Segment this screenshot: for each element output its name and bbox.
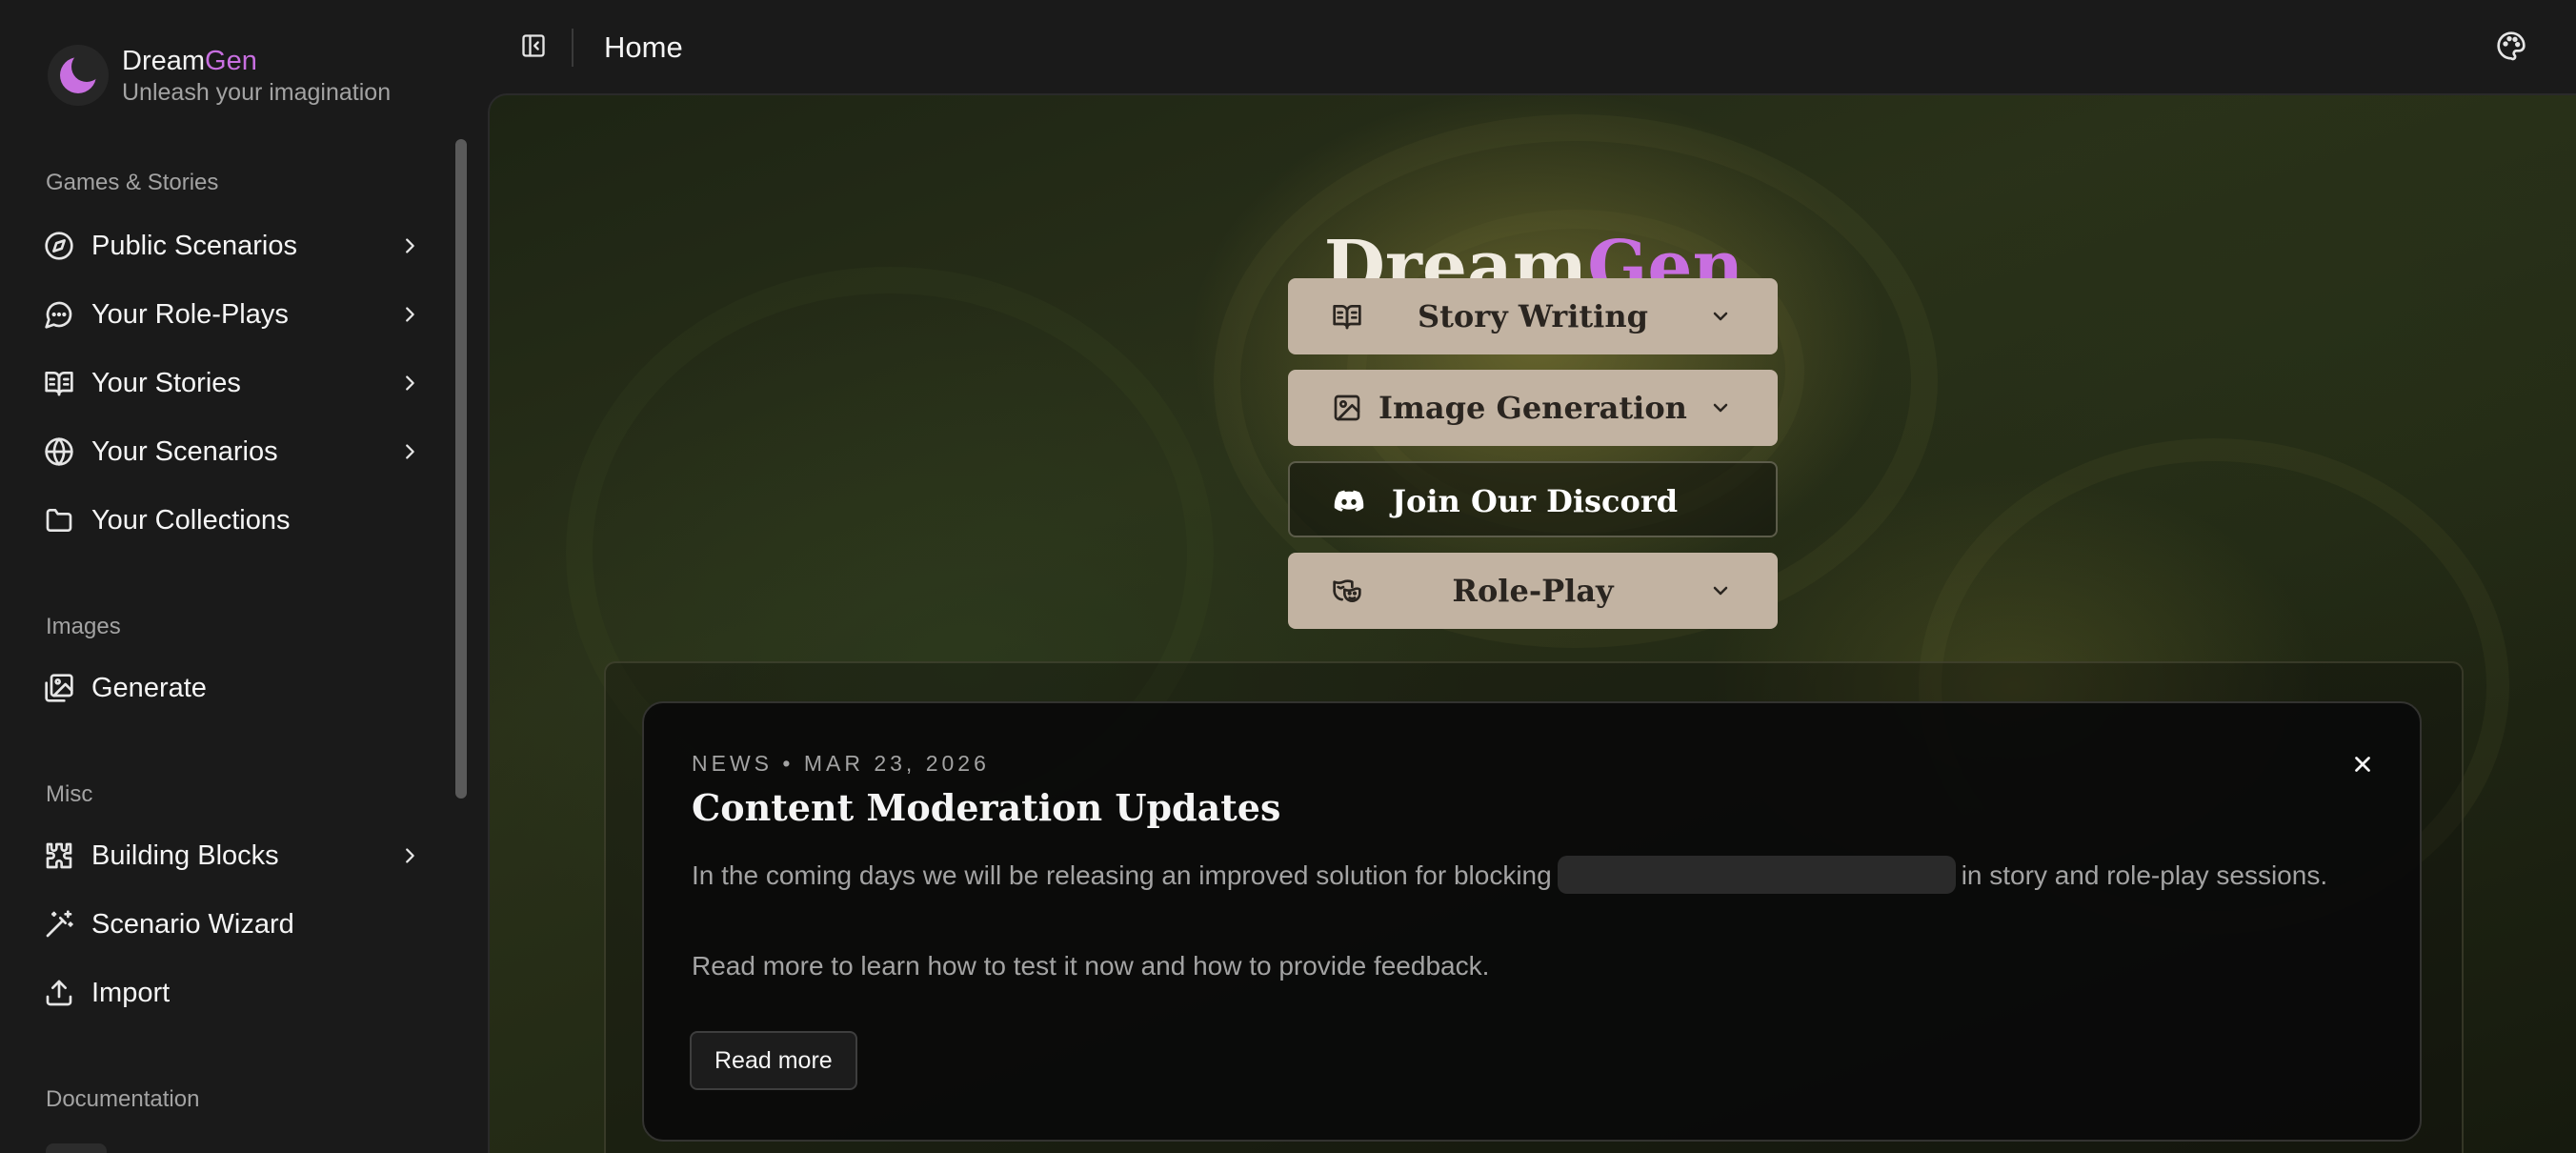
news-body: In the coming days we will be releasing …	[692, 856, 2368, 895]
panel-left-icon	[520, 32, 547, 64]
sidebar-item-building-blocks[interactable]: Building Blocks	[42, 827, 431, 884]
sidebar-item-your-collections[interactable]: Your Collections	[42, 492, 431, 549]
theme-palette-button[interactable]	[2492, 29, 2530, 67]
section-title-images: Images	[46, 614, 121, 639]
topbar-divider	[572, 29, 574, 67]
upload-icon	[42, 976, 76, 1010]
page-title: Home	[604, 30, 683, 64]
chevron-right-icon	[396, 438, 423, 465]
sidebar-item-label: Generate	[91, 672, 207, 703]
brand-name: DreamGen	[122, 44, 391, 78]
sidebar-item-label: Building Blocks	[91, 839, 279, 871]
sidebar-item-label: Your Collections	[91, 504, 291, 536]
chevron-right-icon	[396, 842, 423, 869]
close-news-button[interactable]	[2345, 749, 2380, 783]
main-content: DreamGen Story Writing Image Generation	[488, 93, 2576, 1153]
top-bar: Home	[488, 0, 2576, 93]
sidebar-item-import[interactable]: Import	[42, 964, 431, 1022]
role-play-button[interactable]: Role-Play	[1288, 553, 1778, 629]
sidebar-item-label: Import	[91, 977, 171, 1008]
chevron-down-icon	[1707, 394, 1734, 421]
documentation-item-stub[interactable]	[46, 1143, 107, 1153]
news-card: NEWS • MAR 23, 2026 Content Moderation U…	[642, 701, 2422, 1142]
section-title-documentation: Documentation	[46, 1086, 200, 1112]
toggle-sidebar-button[interactable]	[516, 30, 551, 65]
magic-wand-icon	[42, 907, 76, 941]
brand-name-suffix: Gen	[205, 46, 257, 76]
news-body-before: In the coming days we will be releasing …	[692, 860, 1552, 890]
news-body-secondary: Read more to learn how to test it now an…	[692, 951, 1490, 981]
sidebar-item-label: Public Scenarios	[91, 230, 297, 261]
news-meta: NEWS • MAR 23, 2026	[692, 751, 990, 776]
sidebar-item-your-role-plays[interactable]: Your Role-Plays	[42, 286, 431, 343]
chevron-right-icon	[396, 370, 423, 396]
brand[interactable]: DreamGen Unleash your imagination	[48, 44, 391, 107]
app-window: DreamGen Unleash your imagination Games …	[0, 0, 2576, 1153]
chevron-right-icon	[396, 301, 423, 328]
sidebar: DreamGen Unleash your imagination Games …	[0, 0, 488, 1153]
palette-icon	[2496, 30, 2526, 66]
sidebar-item-label: Scenario Wizard	[91, 908, 294, 940]
sidebar-item-scenario-wizard[interactable]: Scenario Wizard	[42, 896, 431, 953]
redacted-text	[1557, 856, 1956, 894]
globe-icon	[42, 435, 76, 469]
news-body-after: in story and role-play sessions.	[1961, 860, 2328, 890]
section-title-misc: Misc	[46, 781, 93, 807]
sidebar-item-public-scenarios[interactable]: Public Scenarios	[42, 217, 431, 274]
sidebar-item-your-stories[interactable]: Your Stories	[42, 354, 431, 412]
section-title-games-stories: Games & Stories	[46, 170, 219, 195]
moon-logo-icon	[48, 45, 109, 106]
chat-bubble-icon	[42, 297, 76, 332]
story-writing-button[interactable]: Story Writing	[1288, 278, 1778, 354]
sidebar-item-generate[interactable]: Generate	[42, 659, 431, 717]
compass-icon	[42, 229, 76, 263]
image-generation-button[interactable]: Image Generation	[1288, 370, 1778, 446]
sidebar-item-label: Your Role-Plays	[91, 298, 289, 330]
image-edit-icon	[42, 671, 76, 705]
join-discord-label: Join Our Discord	[1391, 483, 1679, 519]
close-icon	[2350, 752, 2375, 781]
brand-name-prefix: Dream	[122, 46, 206, 76]
sidebar-item-label: Your Scenarios	[91, 435, 278, 467]
role-play-label: Role-Play	[1452, 573, 1614, 609]
chevron-down-icon	[1707, 303, 1734, 330]
open-book-icon	[42, 366, 76, 400]
chevron-right-icon	[396, 233, 423, 259]
sidebar-item-your-scenarios[interactable]: Your Scenarios	[42, 423, 431, 480]
story-writing-label: Story Writing	[1418, 298, 1648, 334]
sidebar-scrollbar[interactable]	[455, 139, 467, 799]
puzzle-icon	[42, 839, 76, 873]
chevron-down-icon	[1707, 577, 1734, 604]
join-discord-button[interactable]: Join Our Discord	[1288, 461, 1778, 537]
folder-icon	[42, 503, 76, 537]
news-title: Content Moderation Updates	[692, 786, 1281, 829]
image-generation-label: Image Generation	[1379, 390, 1687, 426]
brand-tagline: Unleash your imagination	[122, 79, 392, 106]
read-more-button[interactable]: Read more	[690, 1031, 857, 1090]
sidebar-item-label: Your Stories	[91, 367, 241, 398]
